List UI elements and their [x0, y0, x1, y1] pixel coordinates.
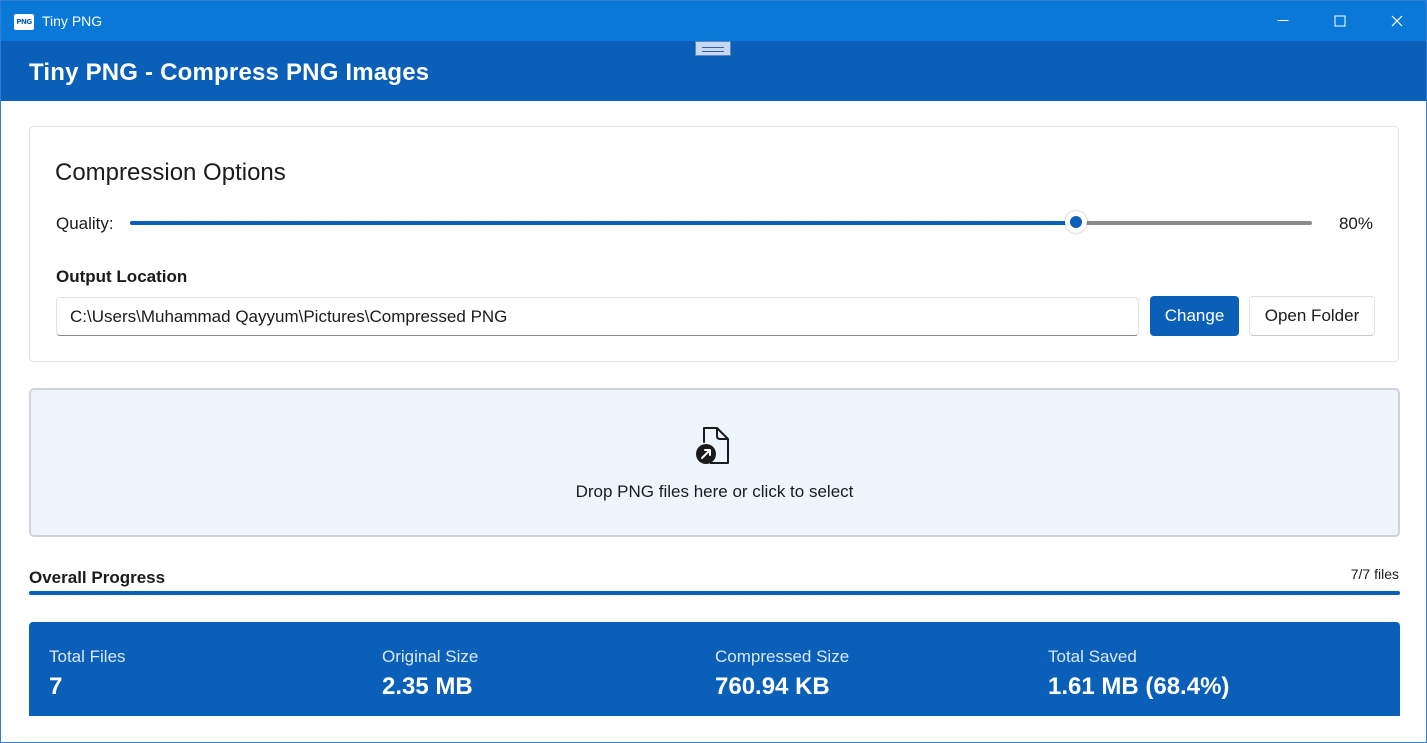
options-title: Compression Options [55, 159, 286, 186]
stat-value: 2.35 MB [382, 673, 473, 700]
stats-panel: Total Files 7 Original Size 2.35 MB Comp… [29, 622, 1400, 716]
stat-label: Total Files [49, 647, 126, 666]
stat-label: Original Size [382, 647, 479, 666]
stat-value: 760.94 KB [715, 673, 830, 700]
quality-label: Quality: [56, 214, 114, 233]
open-folder-button[interactable]: Open Folder [1249, 296, 1375, 336]
minimize-button[interactable] [1255, 1, 1311, 41]
maximize-button[interactable] [1312, 1, 1368, 41]
progress-fill [29, 591, 1400, 595]
drop-zone[interactable]: Drop PNG files here or click to select [29, 388, 1400, 537]
close-icon [1391, 15, 1403, 27]
quality-value: 80% [1338, 214, 1373, 233]
stat-value: 7 [49, 673, 63, 700]
overall-progress-bar [29, 591, 1400, 595]
png-app-icon: PNG [14, 14, 34, 30]
stat-value: 1.61 MB (68.4%) [1048, 673, 1230, 700]
minimize-icon [1277, 20, 1289, 21]
window-title: Tiny PNG [42, 13, 103, 29]
output-path-field[interactable] [56, 297, 1139, 336]
maximize-icon [1334, 15, 1346, 27]
overall-progress-label: Overall Progress [29, 568, 166, 587]
stat-label: Total Saved [1048, 647, 1137, 666]
stat-label: Compressed Size [715, 647, 850, 666]
title-bar[interactable]: PNG Tiny PNG [1, 1, 1426, 41]
slider-thumb[interactable] [1064, 211, 1087, 233]
change-button[interactable]: Change [1150, 296, 1239, 336]
quality-slider[interactable] [130, 209, 1312, 239]
output-location-label: Output Location [56, 267, 188, 286]
drop-zone-text: Drop PNG files here or click to select [575, 482, 854, 501]
app-window: PNG Tiny PNG Tiny PNG - Compress PNG Ima… [0, 0, 1427, 743]
drag-handle[interactable] [695, 41, 731, 56]
progress-count: 7/7 files [1350, 566, 1399, 582]
close-button[interactable] [1369, 1, 1425, 41]
page-title: Tiny PNG - Compress PNG Images [29, 59, 430, 86]
compression-options-card: Compression Options Quality: 80% Output … [29, 126, 1399, 362]
document-arrow-icon [696, 427, 729, 464]
slider-fill [130, 221, 1076, 225]
